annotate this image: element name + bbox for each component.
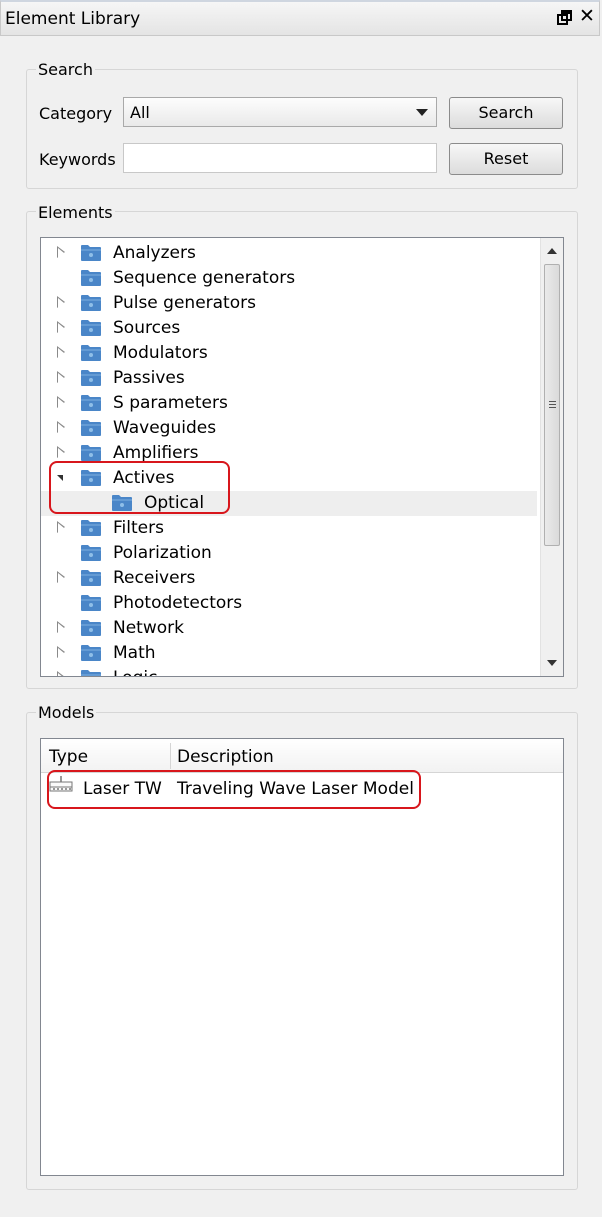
folder-icon: [81, 244, 101, 261]
folder-icon: [81, 669, 101, 676]
folder-icon: [81, 319, 101, 336]
folder-icon: [81, 444, 101, 461]
tree-item-label: Polarization: [113, 543, 212, 563]
scroll-down-icon[interactable]: [547, 660, 557, 666]
tree-item-sequence-generators[interactable]: Sequence generators: [41, 266, 537, 291]
tree-item-pulse-generators[interactable]: Pulse generators: [41, 291, 537, 316]
folder-icon: [81, 294, 101, 311]
models-group-title: Models: [36, 703, 97, 722]
folder-icon: [81, 569, 101, 586]
reset-button[interactable]: Reset: [449, 143, 563, 175]
tree-item-s-parameters[interactable]: S parameters: [41, 391, 537, 416]
folder-icon: [81, 369, 101, 386]
tree-item-passives[interactable]: Passives: [41, 366, 537, 391]
expand-arrow-fill: [58, 398, 64, 408]
expand-arrow-fill: [58, 373, 64, 383]
tree-item-analyzers[interactable]: Analyzers: [41, 241, 537, 266]
expand-arrow-fill: [58, 648, 64, 658]
tree-item-label: Photodetectors: [113, 593, 243, 613]
expand-arrow-fill: [58, 523, 64, 533]
keywords-input[interactable]: [123, 143, 437, 173]
tree-item-label: Network: [113, 618, 184, 638]
tree-item-filters[interactable]: Filters: [41, 516, 537, 541]
category-value: All: [130, 103, 150, 122]
keywords-label: Keywords: [39, 150, 116, 169]
folder-icon: [81, 394, 101, 411]
tree-item-label: Passives: [113, 368, 185, 388]
search-group-title: Search: [36, 60, 95, 79]
folder-icon: [81, 519, 101, 536]
expand-arrow-fill: [58, 623, 64, 633]
type-column-header[interactable]: Type: [49, 747, 88, 767]
expand-arrow-fill: [58, 348, 64, 358]
elements-group-title: Elements: [36, 203, 115, 222]
panel-title: Element Library: [5, 9, 141, 29]
tree-item-label: S parameters: [113, 393, 228, 413]
expand-arrow-fill: [58, 673, 64, 676]
tree-item-receivers[interactable]: Receivers: [41, 566, 537, 591]
close-icon[interactable]: ✕: [579, 7, 595, 26]
description-column-header[interactable]: Description: [177, 747, 274, 767]
tree-item-network[interactable]: Network: [41, 616, 537, 641]
tree-item-math[interactable]: Math: [41, 641, 537, 666]
tree-item-label: Modulators: [113, 343, 208, 363]
category-dropdown[interactable]: All: [123, 97, 437, 127]
float-icon[interactable]: [557, 10, 573, 26]
folder-icon: [81, 544, 101, 561]
expand-arrow-fill: [58, 448, 64, 458]
actives-highlight: [49, 461, 230, 514]
folder-icon: [81, 269, 101, 286]
elements-tree[interactable]: Logic Math Network Photodetectors Receivers P…: [40, 237, 564, 677]
tree-item-photodetectors[interactable]: Photodetectors: [41, 591, 537, 616]
models-header: Type Description: [41, 739, 563, 773]
tree-scrollbar[interactable]: [540, 238, 563, 676]
expand-arrow-fill: [58, 423, 64, 433]
tree-item-label: Sources: [113, 318, 181, 338]
scroll-thumb[interactable]: [544, 264, 560, 546]
laser-tw-highlight: [47, 770, 421, 809]
folder-icon: [81, 344, 101, 361]
tree-item-label: Amplifiers: [113, 443, 199, 463]
expand-arrow-fill: [58, 323, 64, 333]
tree-item-waveguides[interactable]: Waveguides: [41, 416, 537, 441]
tree-item-label: Math: [113, 643, 156, 663]
tree-item-label: Pulse generators: [113, 293, 256, 313]
tree-item-label: Receivers: [113, 568, 196, 588]
tree-item-label: Logic: [113, 668, 157, 676]
panel-titlebar: Element Library ✕: [0, 0, 600, 36]
tree-item-label: Sequence generators: [113, 268, 296, 288]
tree-item-label: Filters: [113, 518, 164, 538]
chevron-down-icon: [416, 109, 428, 116]
tree-item-logic[interactable]: Logic: [41, 666, 537, 676]
tree-item-modulators[interactable]: Modulators: [41, 341, 537, 366]
folder-icon: [81, 419, 101, 436]
scroll-up-icon[interactable]: [547, 248, 557, 254]
folder-icon: [81, 644, 101, 661]
expand-arrow-fill: [58, 298, 64, 308]
expand-arrow-fill: [58, 248, 64, 258]
tree-item-label: Analyzers: [113, 243, 196, 263]
tree-item-sources[interactable]: Sources: [41, 316, 537, 341]
search-button[interactable]: Search: [449, 97, 563, 129]
category-label: Category: [39, 104, 113, 123]
folder-icon: [81, 619, 101, 636]
tree-item-label: Waveguides: [113, 418, 217, 438]
expand-arrow-fill: [58, 573, 64, 583]
tree-item-polarization[interactable]: Polarization: [41, 541, 537, 566]
folder-icon: [81, 594, 101, 611]
